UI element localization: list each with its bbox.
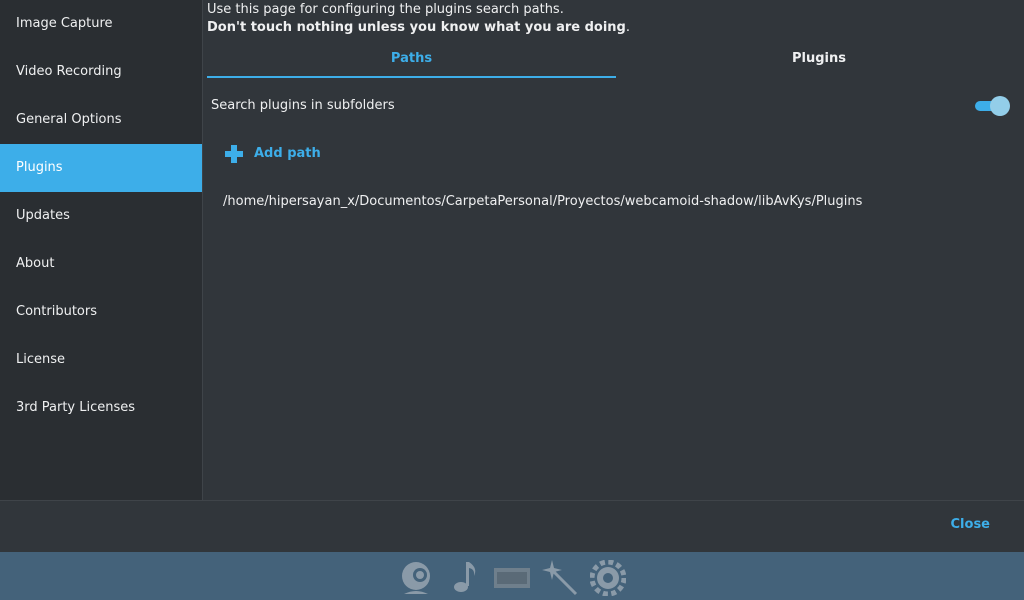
sidebar-item-license[interactable]: License xyxy=(0,336,202,384)
tab-paths[interactable]: Paths xyxy=(207,44,616,78)
search-subfolders-toggle[interactable] xyxy=(973,96,1011,116)
page-description: Use this page for configuring the plugin… xyxy=(207,2,564,17)
sidebar-item-plugins[interactable]: Plugins xyxy=(0,144,202,192)
warning-period: . xyxy=(625,20,631,35)
bottom-toolbar xyxy=(0,552,1024,600)
sidebar-item-general-options[interactable]: General Options xyxy=(0,96,202,144)
sidebar-item-3rd-party-licenses[interactable]: 3rd Party Licenses xyxy=(0,384,202,432)
plugins-settings-panel: Use this page for configuring the plugin… xyxy=(203,0,1024,500)
magic-wand-icon[interactable] xyxy=(542,560,578,596)
search-subfolders-label: Search plugins in subfolders xyxy=(211,98,395,113)
tab-plugins[interactable]: Plugins xyxy=(616,44,1022,76)
plugin-path-item[interactable]: /home/hipersayan_x/Documentos/CarpetaPer… xyxy=(223,192,862,212)
sidebar-item-about[interactable]: About xyxy=(0,240,202,288)
page-warning: Don't touch nothing unless you know what… xyxy=(207,19,630,37)
music-note-icon[interactable] xyxy=(446,560,482,596)
webcam-icon[interactable] xyxy=(398,560,434,596)
toggle-knob xyxy=(990,96,1010,116)
settings-sidebar: Image Capture Video Recording General Op… xyxy=(0,0,203,500)
sidebar-item-updates[interactable]: Updates xyxy=(0,192,202,240)
dialog-footer: Close xyxy=(0,500,1024,552)
video-film-icon[interactable] xyxy=(494,560,530,596)
add-path-label: Add path xyxy=(254,146,321,161)
warning-text: Don't touch nothing unless you know what… xyxy=(207,20,626,35)
sidebar-item-contributors[interactable]: Contributors xyxy=(0,288,202,336)
sidebar-item-video-recording[interactable]: Video Recording xyxy=(0,48,202,96)
close-button[interactable]: Close xyxy=(951,517,990,532)
gear-icon[interactable] xyxy=(590,560,626,596)
plus-icon xyxy=(225,145,243,163)
sidebar-item-image-capture[interactable]: Image Capture xyxy=(0,0,202,48)
